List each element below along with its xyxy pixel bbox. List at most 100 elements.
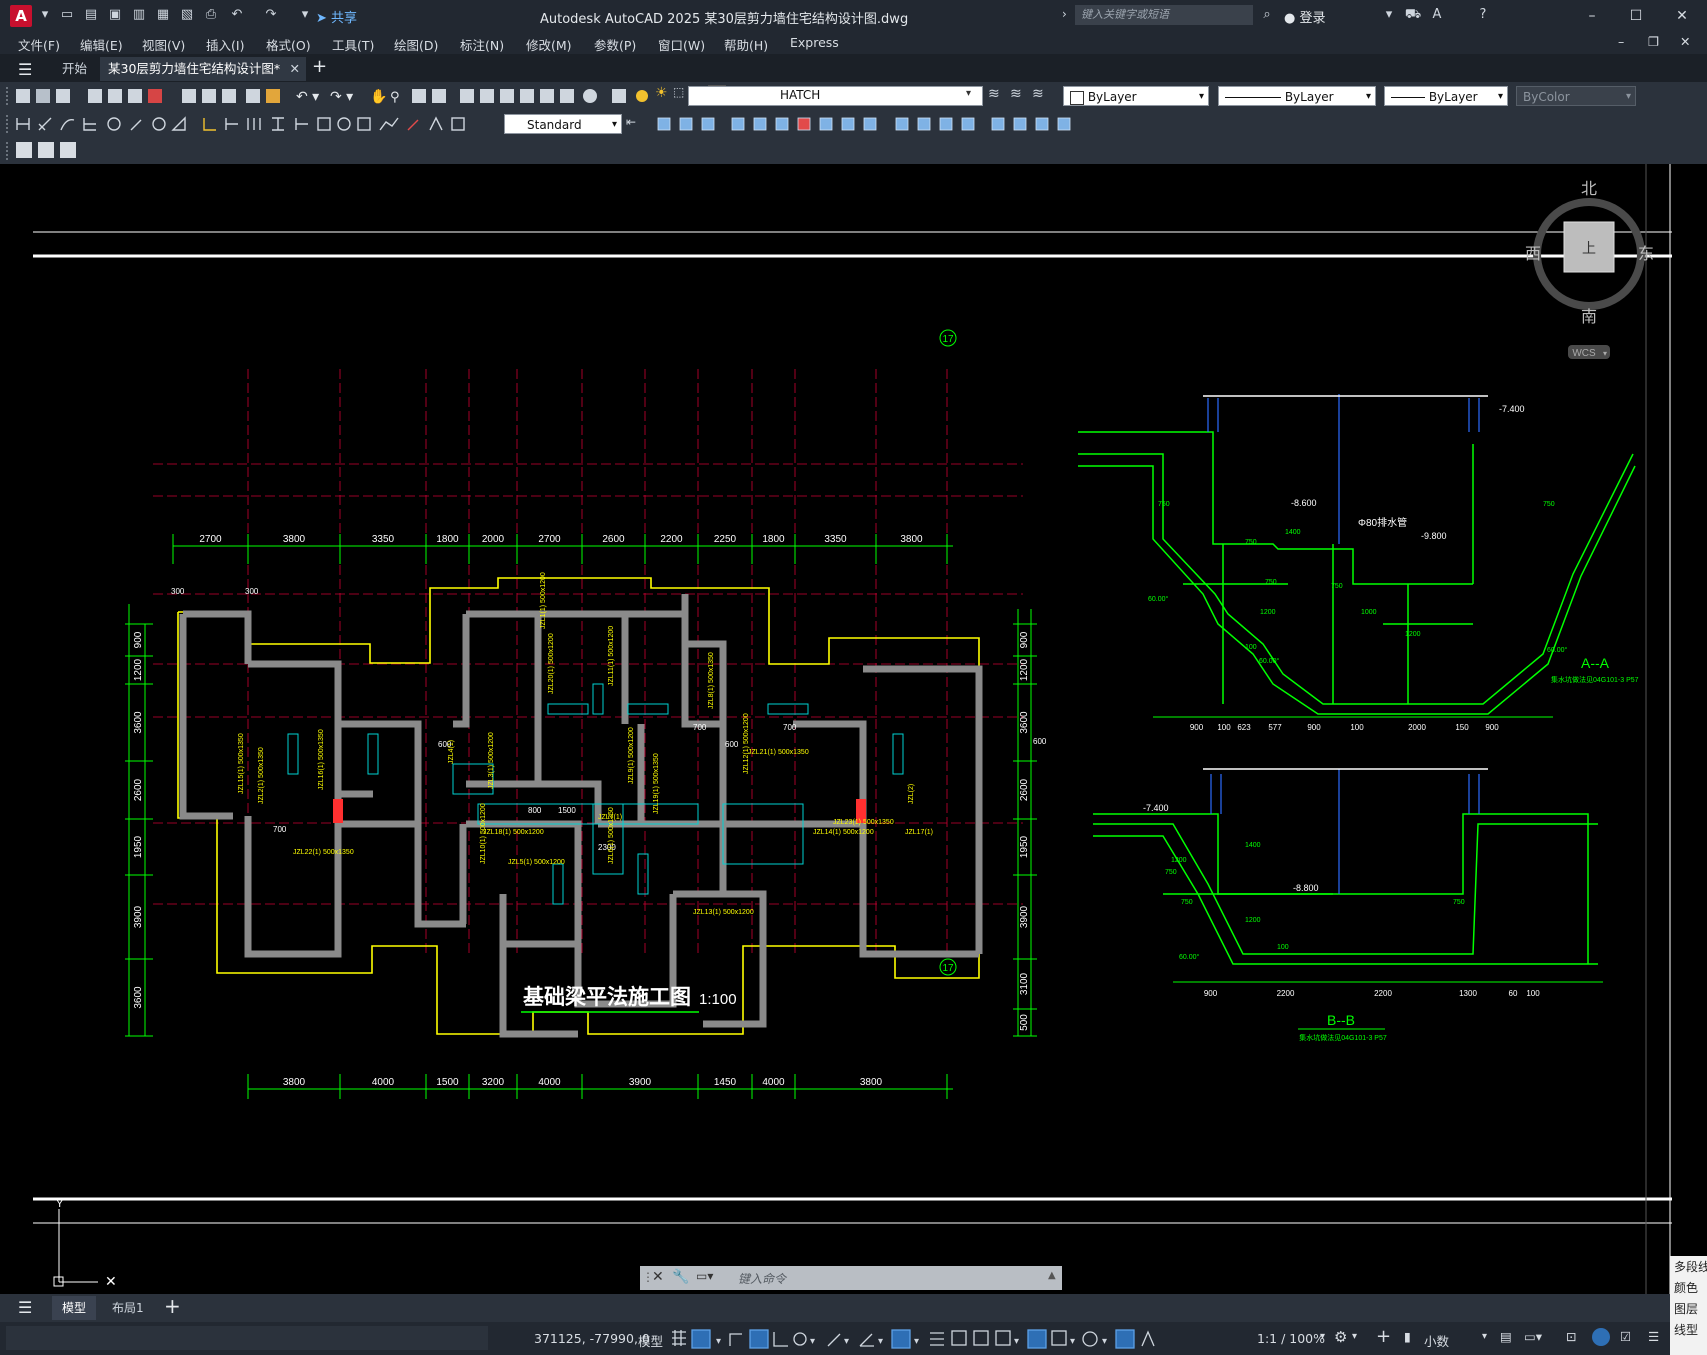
maximize-button[interactable]: ☐ bbox=[1614, 4, 1658, 28]
block-attribute-icon[interactable] bbox=[16, 142, 32, 158]
customize-icon[interactable]: ▾ bbox=[296, 6, 314, 24]
dropdown-arrow-icon[interactable]: ▾ bbox=[36, 6, 54, 24]
layer-dropdown[interactable] bbox=[688, 86, 983, 106]
dimension-text: 3800 bbox=[900, 534, 923, 545]
block-define-icon[interactable] bbox=[38, 142, 54, 158]
color-dropdown[interactable]: ByLayer ▾ bbox=[1063, 86, 1209, 106]
close-tab-icon[interactable]: ✕ bbox=[290, 57, 300, 81]
open-file-icon[interactable]: ▤ bbox=[82, 6, 100, 24]
chevron-down-icon[interactable]: ▾ bbox=[966, 88, 971, 99]
open-web-icon[interactable]: ▦ bbox=[154, 6, 172, 24]
undo-icon[interactable]: ↶ bbox=[228, 6, 246, 24]
clean-screen-icon[interactable]: ☑ bbox=[1620, 1329, 1631, 1344]
close-button[interactable]: ✕ bbox=[1660, 4, 1704, 28]
search-icon[interactable]: ⌕ bbox=[1258, 6, 1276, 24]
tab-start[interactable]: 开始 bbox=[54, 57, 95, 81]
new-file-icon[interactable]: ▭ bbox=[58, 6, 76, 24]
doc-minimize-button[interactable]: – bbox=[1618, 34, 1624, 49]
modeling-toolbar[interactable] bbox=[656, 114, 1136, 134]
menu-dimension[interactable]: 标注(N) bbox=[460, 35, 504, 54]
save-web-icon[interactable]: ▧ bbox=[178, 6, 196, 24]
drawing-canvas[interactable]: 17 17 2700 3800 3350 1800 2000 2700 2600 2200 22… bbox=[0, 164, 1707, 1294]
workspace-gear-icon[interactable]: ⚙ bbox=[1334, 1328, 1347, 1346]
quick-properties-icon[interactable]: ▤ bbox=[1500, 1329, 1512, 1344]
recent-commands-icon[interactable]: ▭▾ bbox=[696, 1269, 713, 1283]
hardware-acceleration-icon[interactable] bbox=[1592, 1328, 1610, 1346]
menu-file[interactable]: 文件(F) bbox=[18, 35, 60, 54]
dimension-toolbar[interactable] bbox=[14, 114, 504, 134]
sun-icon[interactable]: ☀ bbox=[655, 85, 671, 103]
layer-freeze-icon[interactable]: ⬚ bbox=[673, 85, 689, 103]
layer-states-icon[interactable]: ≋ bbox=[1032, 86, 1044, 102]
share-button[interactable]: ➤ 共享 bbox=[316, 7, 357, 26]
lineweight-dropdown[interactable]: ByLayer ▾ bbox=[1384, 86, 1508, 106]
doc-close-button[interactable]: ✕ bbox=[1680, 34, 1690, 49]
menu-window[interactable]: 窗口(W) bbox=[658, 35, 705, 54]
standard-toolbar[interactable]: ↶ ▾ ↷ ▾ ✋ ⚲ bbox=[14, 86, 654, 106]
hamburger-menu-icon[interactable]: ☰ bbox=[18, 60, 32, 79]
annotation-add-icon[interactable]: + bbox=[1376, 1326, 1391, 1347]
save-as-icon[interactable]: ▥ bbox=[130, 6, 148, 24]
dropdown-arrow-icon[interactable]: ▾ bbox=[1380, 6, 1398, 24]
command-line[interactable]: ⋮ ✕ 🔧 ▭▾ 键入命令 ▲ bbox=[640, 1266, 1062, 1290]
status-bar: 371125, -77990, 0 模型 ▾ ▾ ▾ ▾ ▾ ▾ ▾ ▾ 1:1… bbox=[0, 1322, 1707, 1355]
viewcube[interactable]: 上 北 南 西 东 WCS ▾ bbox=[1525, 180, 1654, 359]
customization-icon[interactable]: ☰ bbox=[1648, 1329, 1659, 1344]
redo-icon[interactable]: ↷ bbox=[262, 6, 280, 24]
menu-format[interactable]: 格式(O) bbox=[266, 35, 311, 54]
cart-icon[interactable]: ⛟ bbox=[1404, 6, 1422, 24]
annotation-scale-dropdown[interactable]: 1:1 / 100% bbox=[1257, 1331, 1325, 1346]
doc-restore-button[interactable]: ❐ bbox=[1648, 34, 1659, 49]
text-style-dropdown[interactable]: Standard ▾ bbox=[504, 114, 622, 134]
linetype-dropdown[interactable]: ByLayer ▾ bbox=[1218, 86, 1376, 106]
search-input[interactable]: 键入关键字或短语 bbox=[1075, 5, 1253, 25]
menu-view[interactable]: 视图(V) bbox=[142, 35, 185, 54]
isolate-objects-icon[interactable]: ⊡ bbox=[1566, 1329, 1576, 1344]
make-current-layer-icon[interactable]: ≋ bbox=[988, 86, 1000, 102]
chevron-down-icon[interactable]: ▾ bbox=[1320, 1331, 1325, 1342]
tab-document[interactable]: 某30层剪力墙住宅结构设计图* ✕ bbox=[100, 57, 306, 81]
autocad-logo[interactable]: A bbox=[10, 5, 32, 27]
drawing-svg[interactable]: 17 17 2700 3800 3350 1800 2000 2700 2600 2200 22… bbox=[33, 164, 1672, 1294]
save-icon[interactable]: ▣ bbox=[106, 6, 124, 24]
help-icon[interactable]: ? bbox=[1474, 6, 1492, 24]
add-layout-button[interactable]: + bbox=[164, 1294, 181, 1318]
coordinates-readout[interactable]: 371125, -77990, 0 bbox=[534, 1331, 650, 1346]
block-manager-icon[interactable] bbox=[60, 142, 76, 158]
login-button[interactable]: ● 登录 bbox=[1284, 7, 1326, 26]
popup-item[interactable]: 多段线 bbox=[1670, 1256, 1707, 1277]
customize-icon[interactable]: 🔧 bbox=[672, 1269, 689, 1285]
chevron-down-icon[interactable]: ▾ bbox=[1352, 1331, 1357, 1342]
menu-insert[interactable]: 插入(I) bbox=[206, 35, 244, 54]
lock-ui-icon[interactable]: ▭▾ bbox=[1524, 1329, 1542, 1344]
close-icon[interactable]: ✕ bbox=[652, 1269, 664, 1285]
chevron-up-icon[interactable]: ▲ bbox=[1048, 1270, 1056, 1281]
menu-parametric[interactable]: 参数(P) bbox=[594, 35, 636, 54]
new-tab-button[interactable]: + bbox=[312, 56, 327, 77]
layout-menu-icon[interactable]: ☰ bbox=[18, 1298, 32, 1317]
autodesk-app-icon[interactable]: A bbox=[1428, 6, 1446, 24]
plot-icon[interactable]: ⎙ bbox=[202, 6, 220, 24]
menu-express[interactable]: Express bbox=[790, 35, 839, 50]
tab-model[interactable]: 模型 bbox=[52, 1296, 97, 1320]
menu-modify[interactable]: 修改(M) bbox=[526, 35, 572, 54]
intersect-icon bbox=[1013, 117, 1027, 131]
minimize-button[interactable]: – bbox=[1570, 4, 1614, 28]
menu-draw[interactable]: 绘图(D) bbox=[394, 35, 438, 54]
dimension-style-icon[interactable]: ⇤ bbox=[626, 115, 636, 129]
menu-edit[interactable]: 编辑(E) bbox=[80, 35, 123, 54]
status-toggles[interactable]: ▾ ▾ ▾ ▾ ▾ ▾ ▾ ▾ bbox=[670, 1328, 1330, 1350]
command-input[interactable]: 键入命令 bbox=[738, 1270, 786, 1287]
menu-tools[interactable]: 工具(T) bbox=[332, 35, 374, 54]
chevron-down-icon[interactable]: ▾ bbox=[1482, 1331, 1487, 1342]
menu-help[interactable]: 帮助(H) bbox=[724, 35, 768, 54]
popup-item[interactable]: 颜色 bbox=[1670, 1277, 1707, 1298]
popup-item[interactable]: 图层 bbox=[1670, 1298, 1707, 1319]
tab-layout1[interactable]: 布局1 bbox=[104, 1296, 152, 1320]
chevron-right-icon[interactable]: › bbox=[1062, 7, 1067, 21]
layer-previous-icon[interactable]: ≋ bbox=[1010, 86, 1022, 102]
units-dropdown[interactable]: 小数 bbox=[1424, 1331, 1449, 1350]
model-space-toggle[interactable]: 模型 bbox=[638, 1331, 663, 1350]
popup-item[interactable]: 线型 bbox=[1670, 1319, 1707, 1340]
dimension-text: 60.00° bbox=[1259, 657, 1280, 665]
